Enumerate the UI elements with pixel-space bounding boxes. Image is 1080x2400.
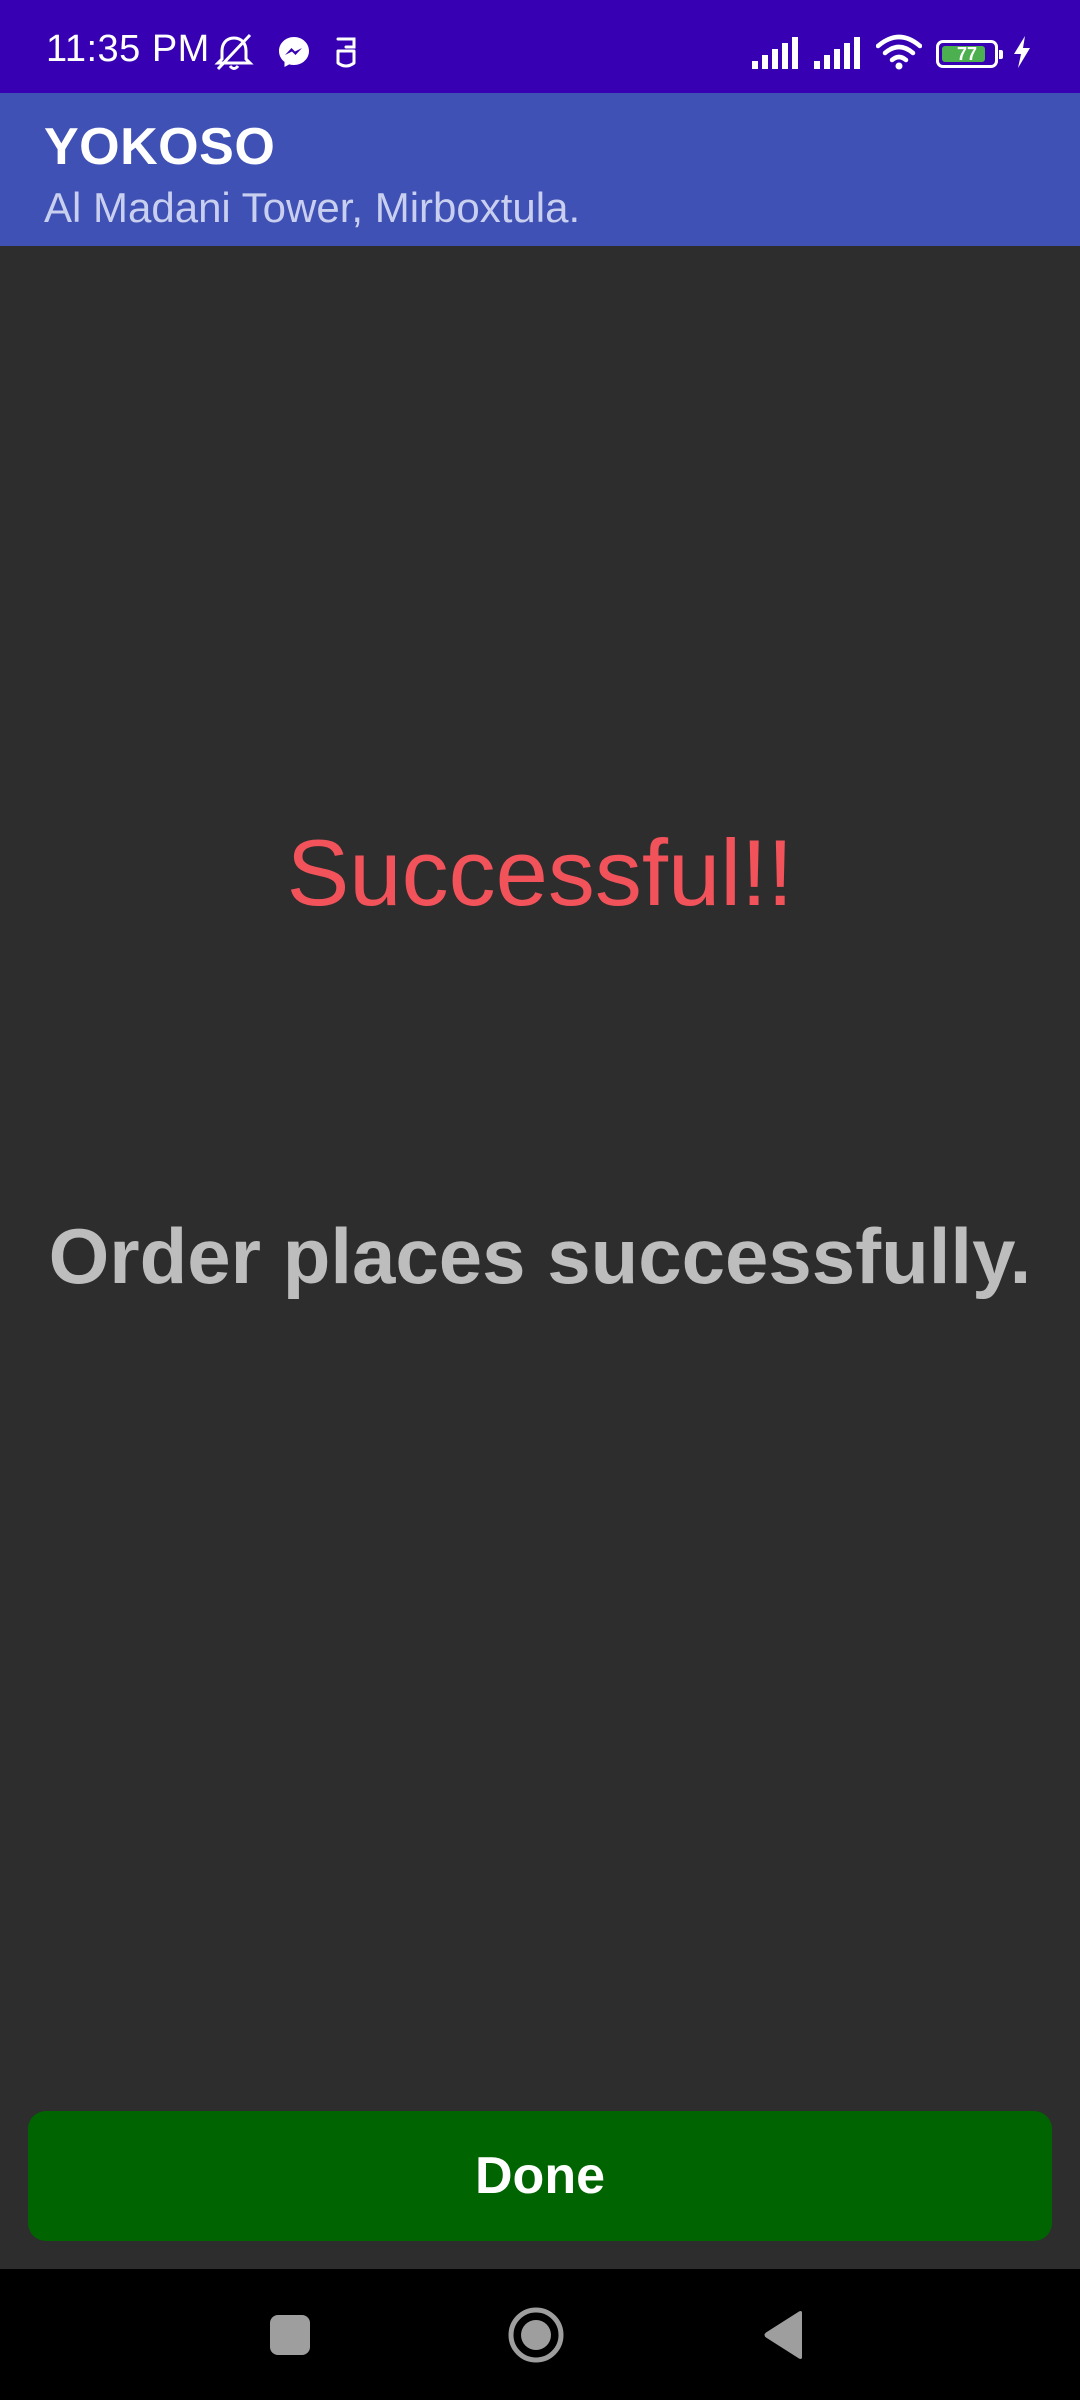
recents-button[interactable] bbox=[220, 2269, 360, 2400]
status-time: 11:35 PM bbox=[46, 28, 210, 70]
app-bar: YOKOSO Al Madani Tower, Mirboxtula. bbox=[0, 93, 1080, 246]
status-bar: 11:35 PM 77 bbox=[0, 0, 1080, 93]
cellular-signal-icon bbox=[752, 35, 800, 74]
app-title: YOKOSO bbox=[44, 118, 276, 176]
success-message: Order places successfully. bbox=[48, 1212, 1032, 1300]
cellular-signal-icon bbox=[814, 35, 862, 74]
status-right-icons: 77 bbox=[752, 32, 1032, 76]
home-button[interactable] bbox=[466, 2269, 606, 2400]
order-success-screen: 11:35 PM 77 YOKOSO Al Madani Tower, Mirb… bbox=[0, 0, 1080, 2400]
success-title: Successful!! bbox=[286, 820, 794, 925]
wifi-icon bbox=[875, 34, 923, 75]
recents-icon bbox=[270, 2314, 310, 2355]
notification-app-icon bbox=[332, 33, 360, 76]
charging-icon bbox=[1012, 35, 1032, 74]
battery-icon: 77 bbox=[936, 40, 1003, 68]
navigation-bar bbox=[0, 2269, 1080, 2400]
back-button[interactable] bbox=[714, 2269, 854, 2400]
messenger-icon bbox=[276, 34, 312, 75]
done-button[interactable]: Done bbox=[28, 2111, 1052, 2241]
battery-level: 77 bbox=[956, 44, 978, 64]
home-icon bbox=[508, 2307, 564, 2362]
alarm-off-icon bbox=[212, 32, 256, 77]
battery-tip bbox=[999, 50, 1003, 59]
app-subtitle: Al Madani Tower, Mirboxtula. bbox=[44, 184, 581, 231]
back-icon bbox=[764, 2310, 802, 2359]
status-left-icons bbox=[212, 32, 360, 77]
